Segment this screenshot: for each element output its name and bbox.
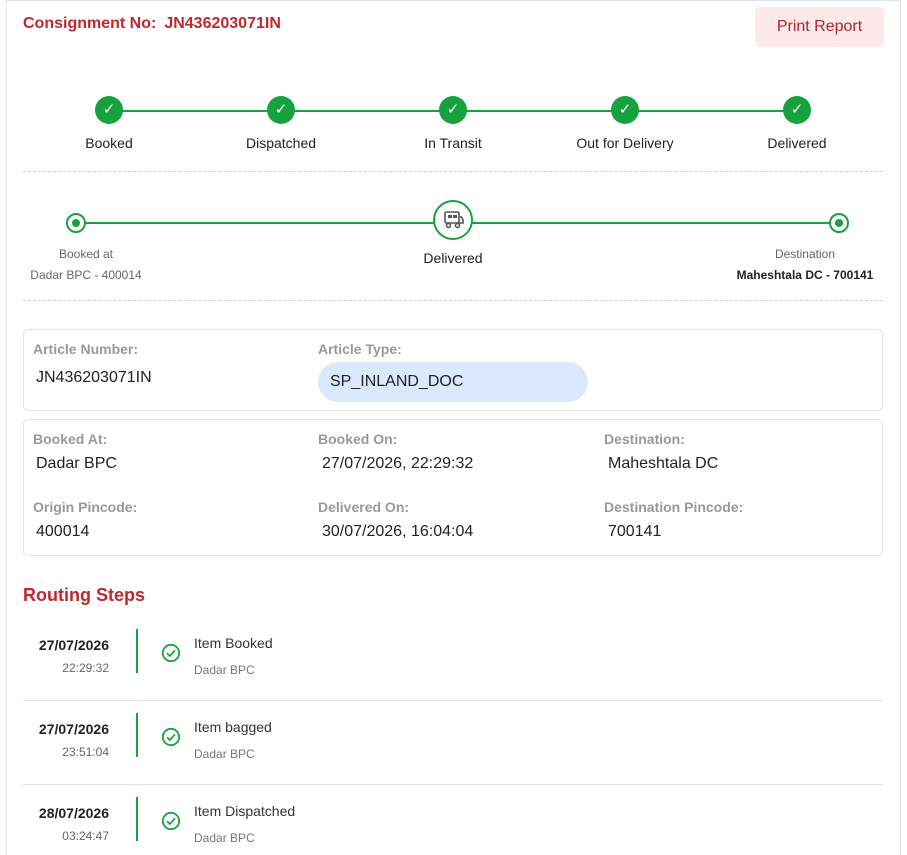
step-in-transit-check-icon: ✓ bbox=[439, 96, 467, 124]
article-number-label: Article Number: bbox=[33, 341, 139, 357]
check-circle-icon bbox=[161, 811, 181, 831]
timeline-bar bbox=[136, 713, 138, 757]
destination-pincode-label: Destination Pincode: bbox=[604, 499, 744, 515]
routing-step-row: 27/07/2026 23:51:04 Item bagged Dadar BP… bbox=[23, 709, 883, 793]
step-time: 23:51:04 bbox=[62, 745, 109, 759]
destination-caption: Destination bbox=[774, 247, 836, 261]
step-out-for-delivery-check-icon: ✓ bbox=[611, 96, 639, 124]
step-label-delivered: Delivered bbox=[767, 135, 827, 151]
step-date: 27/07/2026 bbox=[38, 721, 109, 737]
step-event: Item bagged bbox=[194, 719, 272, 735]
step-office: Dadar BPC bbox=[194, 831, 255, 845]
step-office: Dadar BPC bbox=[194, 747, 255, 761]
step-delivered-check-icon: ✓ bbox=[783, 96, 811, 124]
step-booked-check-icon: ✓ bbox=[95, 96, 123, 124]
step-office: Dadar BPC bbox=[194, 663, 255, 677]
timeline-bar bbox=[136, 797, 138, 841]
step-label-in-transit: In Transit bbox=[424, 135, 482, 151]
booked-on-value: 27/07/2026, 22:29:32 bbox=[322, 455, 474, 472]
article-number-value: JN436203071IN bbox=[36, 369, 152, 386]
step-event: Item Booked bbox=[194, 635, 273, 651]
delivered-on-value: 30/07/2026, 16:04:04 bbox=[322, 523, 474, 540]
destination-label: Destination: bbox=[604, 431, 685, 447]
routing-step-row: 27/07/2026 22:29:32 Item Booked Dadar BP… bbox=[23, 625, 883, 709]
origin-value: Dadar BPC - 400014 bbox=[30, 268, 142, 282]
step-event: Item Dispatched bbox=[194, 803, 296, 819]
consignment-header: Consignment No: JN436203071IN bbox=[23, 15, 281, 33]
step-label-dispatched: Dispatched bbox=[245, 135, 317, 151]
origin-pincode-label: Origin Pincode: bbox=[33, 499, 138, 515]
step-date: 27/07/2026 bbox=[38, 637, 109, 653]
booked-on-label: Booked On: bbox=[318, 431, 398, 447]
consignment-number: JN436203071IN bbox=[164, 15, 281, 32]
delivered-on-label: Delivered On: bbox=[318, 499, 410, 515]
step-time: 22:29:32 bbox=[62, 661, 109, 675]
destination-pincode-value: 700141 bbox=[608, 523, 662, 540]
booked-at-label: Booked At: bbox=[33, 431, 108, 447]
truck-icon bbox=[433, 200, 473, 240]
origin-pincode-value: 400014 bbox=[36, 523, 90, 540]
consignment-label: Consignment No: bbox=[23, 15, 157, 32]
destination-office-value: Maheshtala DC bbox=[608, 455, 719, 472]
booked-at-value: Dadar BPC bbox=[36, 455, 117, 472]
timeline-bar bbox=[136, 629, 138, 673]
origin-caption: Booked at bbox=[58, 247, 114, 261]
step-label-booked: Booked bbox=[85, 135, 133, 151]
check-circle-icon bbox=[161, 727, 181, 747]
step-time: 03:24:47 bbox=[62, 829, 109, 843]
current-status: Delivered bbox=[423, 250, 483, 266]
check-circle-icon bbox=[161, 643, 181, 663]
divider bbox=[23, 300, 883, 301]
row-divider bbox=[23, 700, 883, 701]
print-report-button[interactable]: Print Report bbox=[755, 7, 884, 47]
article-type-label: Article Type: bbox=[318, 341, 402, 357]
step-dispatched-check-icon: ✓ bbox=[267, 96, 295, 124]
step-label-out-for-delivery: Out for Delivery bbox=[576, 135, 674, 151]
article-type-badge: SP_INLAND_DOC bbox=[318, 362, 588, 402]
destination-marker-icon bbox=[829, 213, 849, 233]
divider bbox=[23, 171, 883, 172]
step-date: 28/07/2026 bbox=[38, 805, 109, 821]
origin-marker-icon bbox=[66, 213, 86, 233]
routing-steps-title: Routing Steps bbox=[23, 585, 145, 605]
routing-step-row: 28/07/2026 03:24:47 Item Dispatched Dada… bbox=[23, 793, 883, 855]
destination-value: Maheshtala DC - 700141 bbox=[736, 268, 874, 282]
row-divider bbox=[23, 784, 883, 785]
